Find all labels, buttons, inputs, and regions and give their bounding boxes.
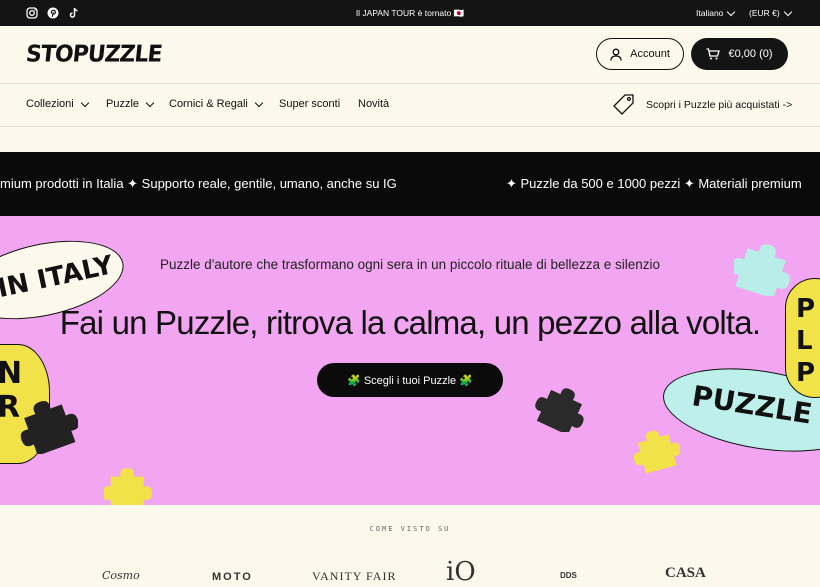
announcement-bar: Il JAPAN TOUR è tornato 🇯🇵 Italiano (EUR… [0, 0, 820, 26]
press-logo-cosmo: Cosmo [102, 569, 140, 582]
language-label: Italiano [696, 8, 724, 18]
bestsellers-label: Scopri i Puzzle più acquistati -> [646, 99, 793, 111]
user-icon [610, 48, 622, 61]
nav-item-label: Super sconti [279, 98, 341, 110]
nav-item-label: Puzzle [106, 98, 140, 110]
chevron-down-icon [254, 98, 264, 107]
press-logo-io: iO [446, 557, 476, 587]
hero-banner: IN ITALY N R PUZZLE U P L P Puzzle d'aut… [0, 216, 820, 505]
nav-item-label: Novità [358, 98, 390, 110]
cart-icon [706, 48, 721, 60]
puzzle-piece-icon [535, 388, 584, 432]
nav-item-label: Cornici & Regali [169, 98, 248, 110]
puzzle-piece-icon [104, 468, 152, 505]
nav-item-label: Collezioni [26, 98, 74, 110]
currency-selector[interactable]: (EUR €) [749, 7, 792, 18]
chevron-down-icon [783, 7, 792, 16]
choose-puzzle-button[interactable]: 🧩 Scegli i tuoi Puzzle 🧩 [317, 363, 503, 397]
chevron-down-icon [145, 98, 155, 107]
press-logo-dds: DDS [560, 571, 577, 580]
bestsellers-link[interactable]: Scopri i Puzzle più acquistati -> [612, 93, 792, 117]
nav-item-puzzle[interactable]: Puzzle [106, 98, 155, 110]
cart-total: €0,00 (0) [728, 48, 773, 60]
currency-label: (EUR €) [749, 8, 780, 18]
nav-item-super-sconti[interactable]: Super sconti [279, 98, 340, 110]
press-label: COME VISTO SU [369, 525, 451, 533]
nav-item-cornici-regali[interactable]: Cornici & Regali [169, 98, 264, 110]
usp-marquee: mium prodotti in Italia ✦ Supporto reale… [0, 152, 820, 216]
press-logo-moto: MOTO [212, 571, 253, 583]
main-navigation: Collezioni Puzzle Cornici & Regali Super… [0, 84, 820, 127]
hero-subtitle: Puzzle d'autore che trasformano ogni ser… [159, 257, 661, 272]
account-button[interactable]: Account [596, 38, 684, 70]
cart-button[interactable]: €0,00 (0) [691, 38, 788, 70]
press-section: COME VISTO SU Cosmo MOTO VANITY FAIR iO … [0, 505, 820, 587]
chevron-down-icon [80, 98, 89, 107]
marquee-text: mium prodotti in Italia ✦ Supporto reale… [0, 176, 397, 191]
site-header: STOPUZZLE Account €0,00 (0) [0, 26, 820, 84]
language-selector[interactable]: Italiano [696, 7, 736, 18]
puzzle-piece-icon [634, 430, 680, 474]
hero-title: Fai un Puzzle, ritrova la calma, un pezz… [59, 304, 761, 341]
marquee-text: ✦ Puzzle da 500 e 1000 pezzi ✦ Materiali… [506, 176, 802, 191]
nav-item-collezioni[interactable]: Collezioni [26, 98, 89, 110]
puzzle-piece-icon [20, 400, 78, 454]
site-logo[interactable]: STOPUZZLE [25, 41, 163, 67]
nav-item-novita[interactable]: Novità [358, 98, 389, 110]
chevron-down-icon [727, 7, 736, 16]
press-logo-casa: CASA [665, 565, 706, 581]
account-label: Account [630, 48, 670, 60]
price-tag-icon [613, 94, 634, 115]
